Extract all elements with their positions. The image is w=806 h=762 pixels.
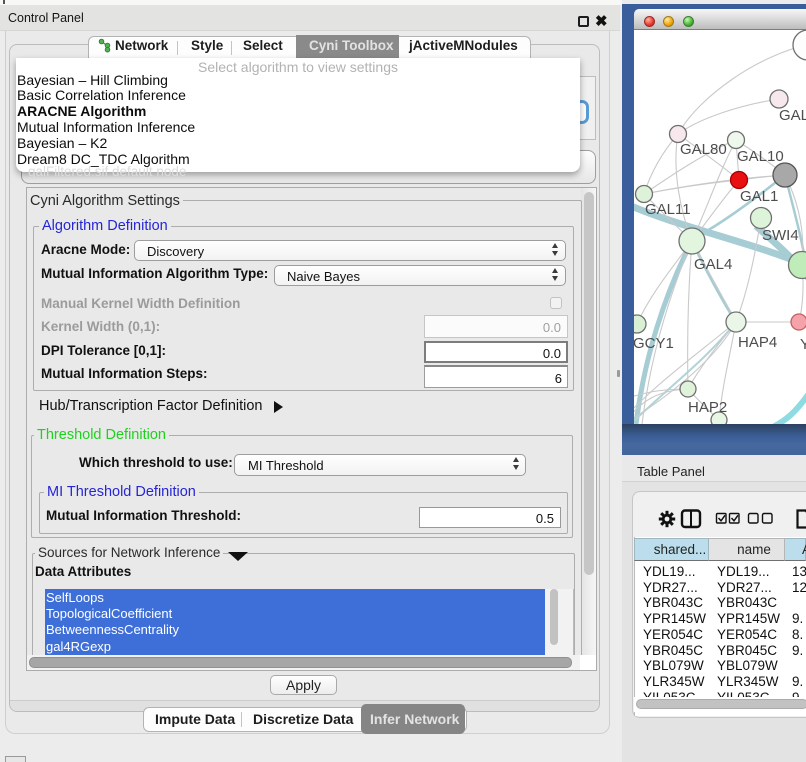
svg-text:GAL10: GAL10: [737, 148, 784, 165]
svg-text:GAL2: GAL2: [779, 107, 806, 124]
svg-text:GAL11: GAL11: [645, 201, 691, 218]
svg-text:GCY1: GCY1: [634, 335, 674, 352]
svg-text:SWI4: SWI4: [762, 227, 799, 244]
svg-text:GAL1: GAL1: [740, 188, 778, 205]
svg-text:GAL80: GAL80: [680, 141, 727, 158]
svg-text:HAP2: HAP2: [688, 399, 727, 416]
svg-text:GAL4: GAL4: [694, 256, 732, 273]
svg-text:Y: Y: [800, 336, 806, 353]
svg-text:HAP4: HAP4: [738, 334, 777, 351]
